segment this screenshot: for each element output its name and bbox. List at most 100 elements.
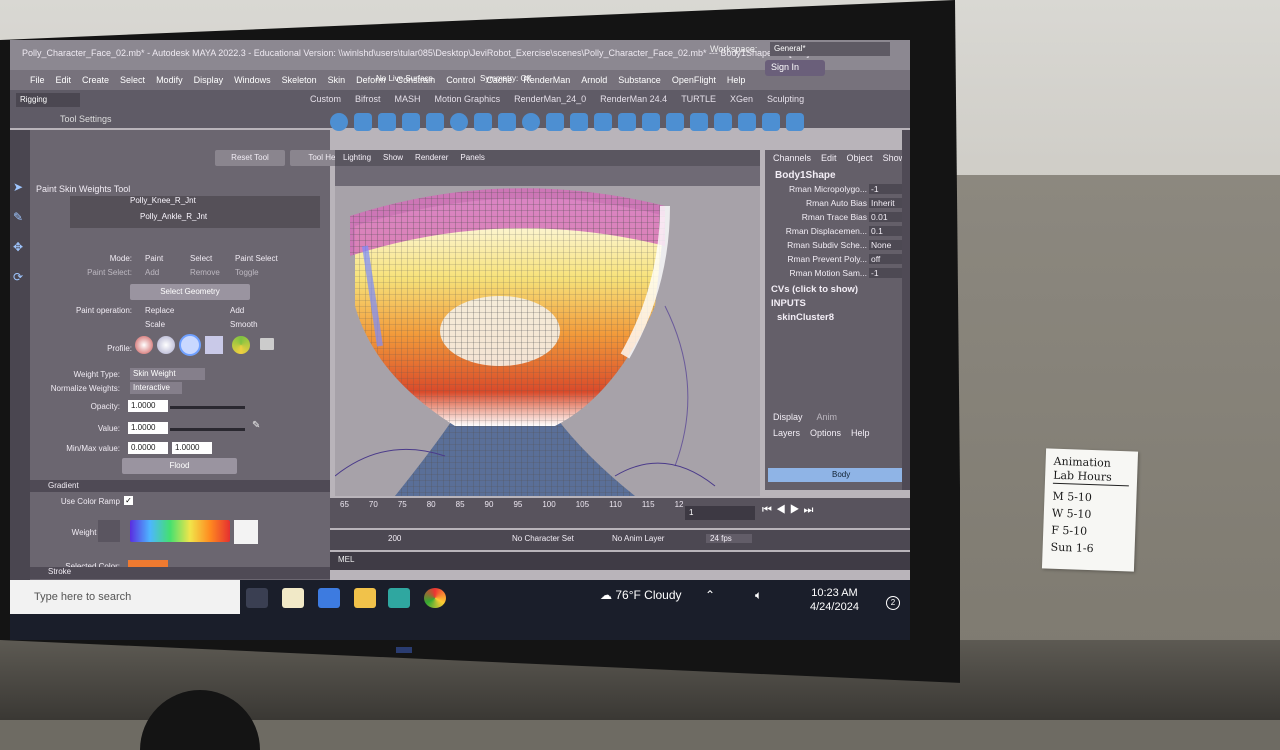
bevel-icon[interactable] (642, 113, 660, 131)
bridge-icon[interactable] (618, 113, 636, 131)
maya-app-icon[interactable] (388, 588, 410, 608)
paint-op-smooth[interactable]: Smooth (230, 320, 258, 329)
menu-select[interactable]: Select (120, 75, 145, 85)
joint-ankle[interactable]: Polly_Ankle_R_Jnt (70, 212, 320, 228)
move-tool-icon[interactable]: ✥ (13, 240, 23, 254)
play-icon[interactable]: ▶ (790, 504, 804, 516)
current-frame-field[interactable]: 1 (685, 506, 755, 520)
paint-select-remove[interactable]: Remove (190, 268, 220, 277)
layer-tab-anim[interactable]: Anim (817, 412, 838, 422)
fps-select[interactable]: 24 fps (706, 534, 752, 543)
combine-icon[interactable] (546, 113, 564, 131)
profile-solid-icon[interactable] (179, 334, 201, 356)
step-back-icon[interactable]: ◀ (776, 504, 790, 516)
live-surface-field[interactable]: No Live Surface (376, 74, 433, 83)
notification-badge[interactable]: 2 (886, 596, 900, 610)
mode-select[interactable]: Rigging (16, 93, 80, 107)
menu-skin[interactable]: Skin (328, 75, 346, 85)
file-explorer-icon[interactable] (354, 588, 376, 608)
command-line[interactable]: MEL (330, 552, 910, 570)
shelf-tab-turtle[interactable]: TURTLE (681, 94, 716, 110)
extrude-icon[interactable] (594, 113, 612, 131)
go-to-start-icon[interactable]: ⏮ (762, 504, 776, 516)
end-frame-field[interactable]: 200 (388, 534, 401, 543)
menu-control[interactable]: Control (446, 75, 475, 85)
mode-select[interactable]: Select (190, 254, 212, 263)
shelf-tab-custom[interactable]: Custom (310, 94, 341, 110)
layer-menu-options[interactable]: Options (810, 428, 841, 438)
attr-row[interactable]: Rman Subdiv Sche... None (769, 240, 909, 254)
cvs-link[interactable]: CVs (click to show) (771, 284, 858, 295)
viewport-menu-lighting[interactable]: Lighting (343, 153, 371, 163)
paint-op-add[interactable]: Add (230, 306, 244, 315)
reset-tool-button[interactable]: Reset Tool (215, 150, 285, 166)
cb-tab-channels[interactable]: Channels (773, 153, 811, 163)
attr-row[interactable]: Rman Auto Bias Inherit (769, 198, 909, 212)
notepad-icon[interactable] (282, 588, 304, 608)
menu-file[interactable]: File (30, 75, 45, 85)
step-forward-icon[interactable]: ⏭ (804, 504, 818, 516)
paint-select-add[interactable]: Add (145, 268, 159, 277)
fill-hole-icon[interactable] (666, 113, 684, 131)
taskbar-clock[interactable]: 10:23 AM 4/24/2024 (810, 586, 859, 614)
menu-skeleton[interactable]: Skeleton (282, 75, 317, 85)
layer-row-body[interactable]: Body (768, 468, 908, 482)
viewport-3d[interactable] (335, 186, 760, 496)
menu-edit[interactable]: Edit (56, 75, 72, 85)
layer-tab-display[interactable]: Display (773, 412, 803, 422)
cylinder-icon[interactable] (378, 113, 396, 131)
shelf-tab-renderman-24-4[interactable]: RenderMan 24.4 (600, 94, 667, 110)
uv-editor-icon[interactable] (738, 113, 756, 131)
paint-select-toggle[interactable]: Toggle (235, 268, 259, 277)
attr-row[interactable]: Rman Displacemen... 0.1 (769, 226, 909, 240)
folder-icon[interactable] (260, 338, 274, 350)
plane-icon[interactable] (426, 113, 444, 131)
torus-icon[interactable] (450, 113, 468, 131)
chevron-up-icon[interactable]: ⌃ (705, 588, 715, 602)
paint-op-scale[interactable]: Scale (145, 320, 165, 329)
use-color-ramp-checkbox[interactable]: ✓ (124, 496, 133, 505)
mirror-icon[interactable] (762, 113, 780, 131)
sign-in-button[interactable]: Sign In (765, 60, 825, 76)
menu-display[interactable]: Display (194, 75, 224, 85)
flood-button[interactable]: Flood (122, 458, 237, 474)
skin-cluster-node[interactable]: skinCluster8 (777, 312, 834, 323)
smooth-icon[interactable] (786, 113, 804, 131)
shelf-tab-motion-graphics[interactable]: Motion Graphics (435, 94, 501, 110)
mode-paint-select[interactable]: Paint Select (235, 254, 278, 263)
menu-substance[interactable]: Substance (618, 75, 661, 85)
chrome-icon[interactable] (424, 588, 446, 608)
eyedropper-icon[interactable]: ✎ (252, 420, 260, 431)
max-value-field[interactable]: 1.0000 (172, 442, 212, 454)
mode-paint[interactable]: Paint (145, 254, 163, 263)
sphere-icon[interactable] (330, 113, 348, 131)
volume-icon[interactable]: 🔈︎ (755, 588, 762, 603)
shelf-tab-mash[interactable]: MASH (395, 94, 421, 110)
soccer-ball-icon[interactable] (522, 113, 540, 131)
opacity-slider[interactable] (170, 406, 245, 409)
character-set-select[interactable]: No Character Set (512, 534, 574, 543)
separate-icon[interactable] (570, 113, 588, 131)
profile-gaussian-icon[interactable] (135, 336, 153, 354)
profile-soft-icon[interactable] (157, 336, 175, 354)
value-slider[interactable] (170, 428, 245, 431)
viewport-menu-panels[interactable]: Panels (460, 153, 484, 163)
command-language[interactable]: MEL (338, 555, 354, 564)
target-weld-icon[interactable] (714, 113, 732, 131)
profile-custom-icon[interactable] (232, 336, 250, 354)
menu-arnold[interactable]: Arnold (581, 75, 607, 85)
lasso-tool-icon[interactable]: ✎ (13, 210, 23, 224)
attr-row[interactable]: Rman Trace Bias 0.01 (769, 212, 909, 226)
attr-row[interactable]: Rman Motion Sam... -1 (769, 268, 909, 282)
taskbar-search[interactable]: Type here to search (10, 580, 240, 614)
anim-layer-select[interactable]: No Anim Layer (612, 534, 664, 543)
layer-menu-layers[interactable]: Layers (773, 428, 800, 438)
attr-row[interactable]: Rman Micropolygo... -1 (769, 184, 909, 198)
opacity-field[interactable]: 1.0000 (128, 400, 168, 412)
helix-icon[interactable] (498, 113, 516, 131)
cb-tab-object[interactable]: Object (847, 153, 873, 163)
select-tool-icon[interactable]: ➤ (13, 180, 23, 194)
value-field[interactable]: 1.0000 (128, 422, 168, 434)
multi-cut-icon[interactable] (690, 113, 708, 131)
joint-knee[interactable]: Polly_Knee_R_Jnt (70, 196, 320, 212)
